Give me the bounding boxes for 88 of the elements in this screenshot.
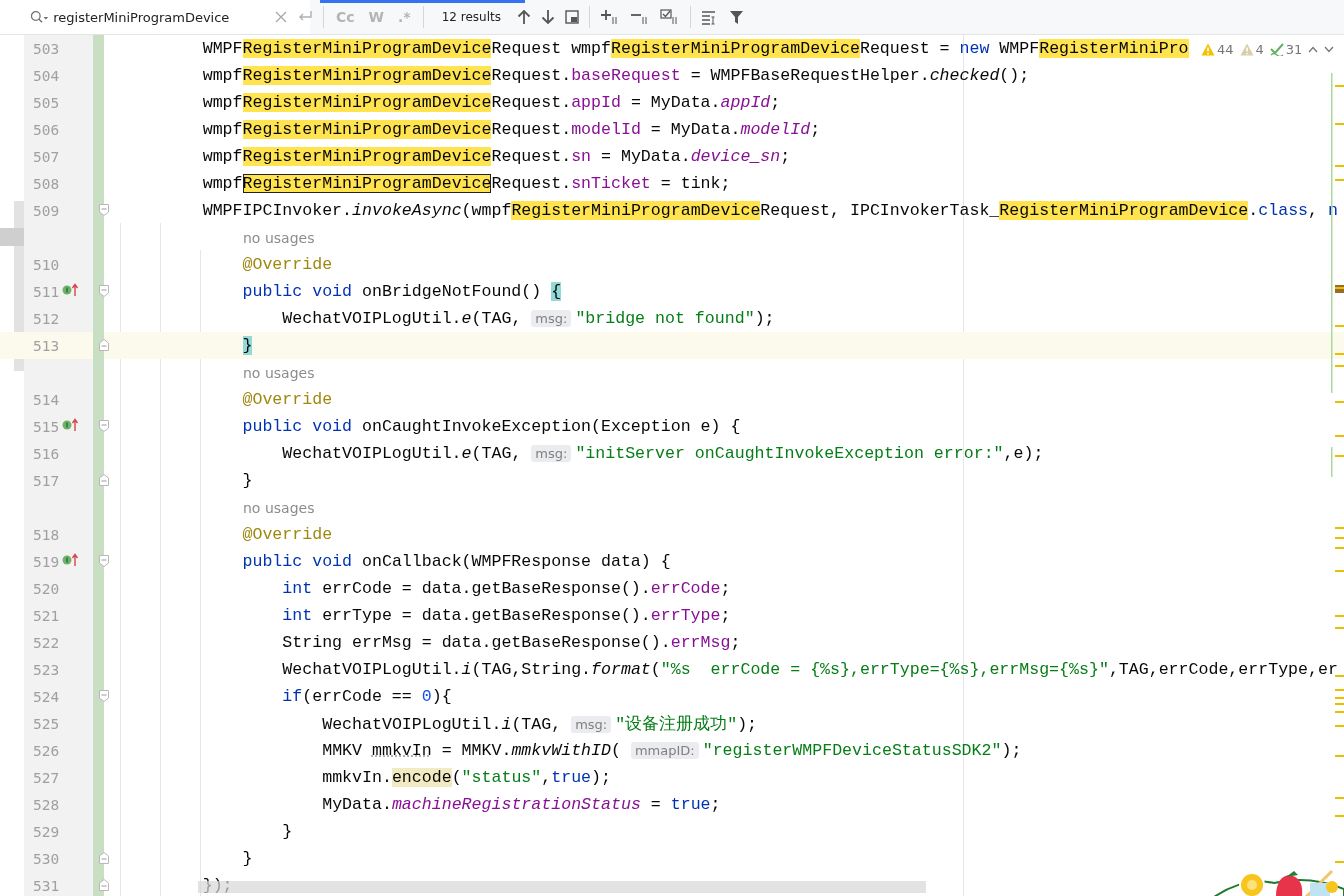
- line-number: 526: [33, 742, 61, 759]
- code-line: @Override: [242, 525, 333, 544]
- code-line: MyData.machineRegistrationStatus = true;: [322, 795, 721, 814]
- line-number: 503: [33, 40, 61, 57]
- code-line: int errCode = data.getBaseResponse().errCode;: [282, 579, 731, 598]
- line-number: 517: [33, 472, 61, 489]
- line-number: 508: [33, 175, 61, 192]
- next-problem-icon[interactable]: [1324, 45, 1335, 53]
- code-line: wmpfRegisterMiniProgramDeviceRequest.snTicket = tink;: [202, 174, 731, 193]
- search-option-toggle[interactable]: Cc: [334, 9, 357, 25]
- code-line: WMPFRegisterMiniProgramDeviceRequest wmpfRegisterMiniProgramDeviceRequest = new WMPFRegisterMiniPro: [202, 39, 1189, 58]
- code-line: int errType = data.getBaseResponse().errType;: [282, 606, 731, 625]
- fold-marker-icon[interactable]: [99, 204, 109, 216]
- next-arrow-icon[interactable]: [540, 9, 555, 25]
- select-all-icon[interactable]: [659, 9, 680, 25]
- fold-marker-icon[interactable]: [99, 285, 109, 297]
- previous-arrow-icon[interactable]: [516, 9, 531, 25]
- scroll-thumb[interactable]: [0, 228, 24, 246]
- fold-end-marker-icon[interactable]: [99, 879, 109, 891]
- line-number: 506: [33, 121, 61, 138]
- usages-hint[interactable]: no usages: [243, 229, 315, 246]
- code-line: });: [202, 876, 233, 895]
- line-number: 511: [33, 283, 61, 300]
- code-line: wmpfRegisterMiniProgramDeviceRequest.appId = MyData.appId;: [202, 93, 781, 112]
- code-line: String errMsg = data.getBaseResponse().errMsg;: [282, 633, 741, 652]
- usages-hint[interactable]: no usages: [243, 364, 315, 381]
- line-number: 513: [33, 337, 61, 354]
- code-line: MMKV mmkvIn = MMKV.mmkvWithID( mmapID: "registerWMPFDeviceStatusSDK2");: [322, 741, 1022, 760]
- code-line: wmpfRegisterMiniProgramDeviceRequest.sn = MyData.device_sn;: [202, 147, 791, 166]
- search-option-toggle[interactable]: .*: [396, 9, 413, 25]
- line-number: 527: [33, 769, 61, 786]
- line-number: 510: [33, 256, 61, 273]
- code-line: }: [282, 822, 293, 841]
- line-number: 519: [33, 553, 61, 570]
- line-number: 515: [33, 418, 61, 435]
- problem-count: 31: [1285, 41, 1303, 57]
- fold-end-marker-icon[interactable]: [99, 852, 109, 864]
- line-number: 512: [33, 310, 61, 327]
- problem-count: 44: [1217, 41, 1234, 57]
- add-occurrence-icon[interactable]: [599, 9, 620, 25]
- fold-end-marker-icon[interactable]: [99, 474, 109, 486]
- code-line: public void onBridgeNotFound() {: [242, 282, 562, 301]
- code-line: wmpfRegisterMiniProgramDeviceRequest.baseRequest = WMPFBaseRequestHelper.checked();: [202, 66, 1030, 85]
- problem-count: 4: [1255, 41, 1264, 57]
- line-number: 525: [33, 715, 61, 732]
- code-line: WechatVOIPLogUtil.e(TAG, msg: "initServer onCaughtInvokeException error:",e);: [282, 444, 1044, 463]
- result-count: 12 results: [441, 10, 501, 24]
- code-line: wmpfRegisterMiniProgramDeviceRequest.modelId = MyData.modelId;: [202, 120, 821, 139]
- fold-marker-icon[interactable]: [99, 690, 109, 702]
- code-line: WechatVOIPLogUtil.i(TAG, msg: "设备注册成功");: [322, 713, 758, 735]
- code-line: if(errCode == 0){: [282, 687, 452, 706]
- line-number: 523: [33, 661, 61, 678]
- line-number: 528: [33, 796, 61, 813]
- line-number: 504: [33, 67, 61, 84]
- window-icon[interactable]: [564, 10, 579, 24]
- code-line: @Override: [242, 390, 333, 409]
- line-number: 514: [33, 391, 61, 408]
- code-line: public void onCallback(WMPFResponse data) {: [242, 552, 671, 571]
- code-line: WechatVOIPLogUtil.e(TAG, msg: "bridge not found");: [282, 309, 775, 328]
- line-number: 530: [33, 850, 61, 867]
- line-number: 531: [33, 877, 61, 894]
- code-line: WMPFIPCInvoker.invokeAsync(wmpfRegisterMiniProgramDeviceRequest, IPCInvokerTask_RegisterMiniProgramDevice.class, n: [202, 201, 1338, 220]
- line-number: 522: [33, 634, 61, 651]
- filter-icon[interactable]: [728, 9, 744, 25]
- code-line: WechatVOIPLogUtil.i(TAG,String.format("%s errCode = {%s},errType={%s},errMsg={%s}",TAG,errCode,errType,er: [282, 660, 1338, 679]
- usages-hint[interactable]: no usages: [243, 499, 315, 516]
- previous-problem-icon[interactable]: [1308, 45, 1319, 53]
- line-number: 524: [33, 688, 61, 705]
- code-line: }: [242, 849, 253, 868]
- line-number: 520: [33, 580, 61, 597]
- search-option-toggle[interactable]: W: [366, 9, 387, 25]
- line-number: 518: [33, 526, 61, 543]
- line-number: 516: [33, 445, 61, 462]
- fold-marker-icon[interactable]: [99, 420, 109, 432]
- search-field[interactable]: registerMiniProgramDevice: [53, 9, 265, 25]
- line-number: 509: [33, 202, 61, 219]
- search-icon[interactable]: [30, 10, 50, 24]
- line-number: 521: [33, 607, 61, 624]
- line-number: 507: [33, 148, 61, 165]
- line-number: 529: [33, 823, 61, 840]
- fold-marker-icon[interactable]: [99, 555, 109, 567]
- code-line: public void onCaughtInvokeException(Exception e) {: [242, 417, 741, 436]
- clear-icon[interactable]: [275, 11, 287, 23]
- line-number: 505: [33, 94, 61, 111]
- code-line: }: [242, 471, 253, 490]
- code-line: mmkvIn.encode("status",true);: [322, 768, 611, 787]
- code-line: @Override: [242, 255, 333, 274]
- fold-end-marker-icon[interactable]: [99, 339, 109, 351]
